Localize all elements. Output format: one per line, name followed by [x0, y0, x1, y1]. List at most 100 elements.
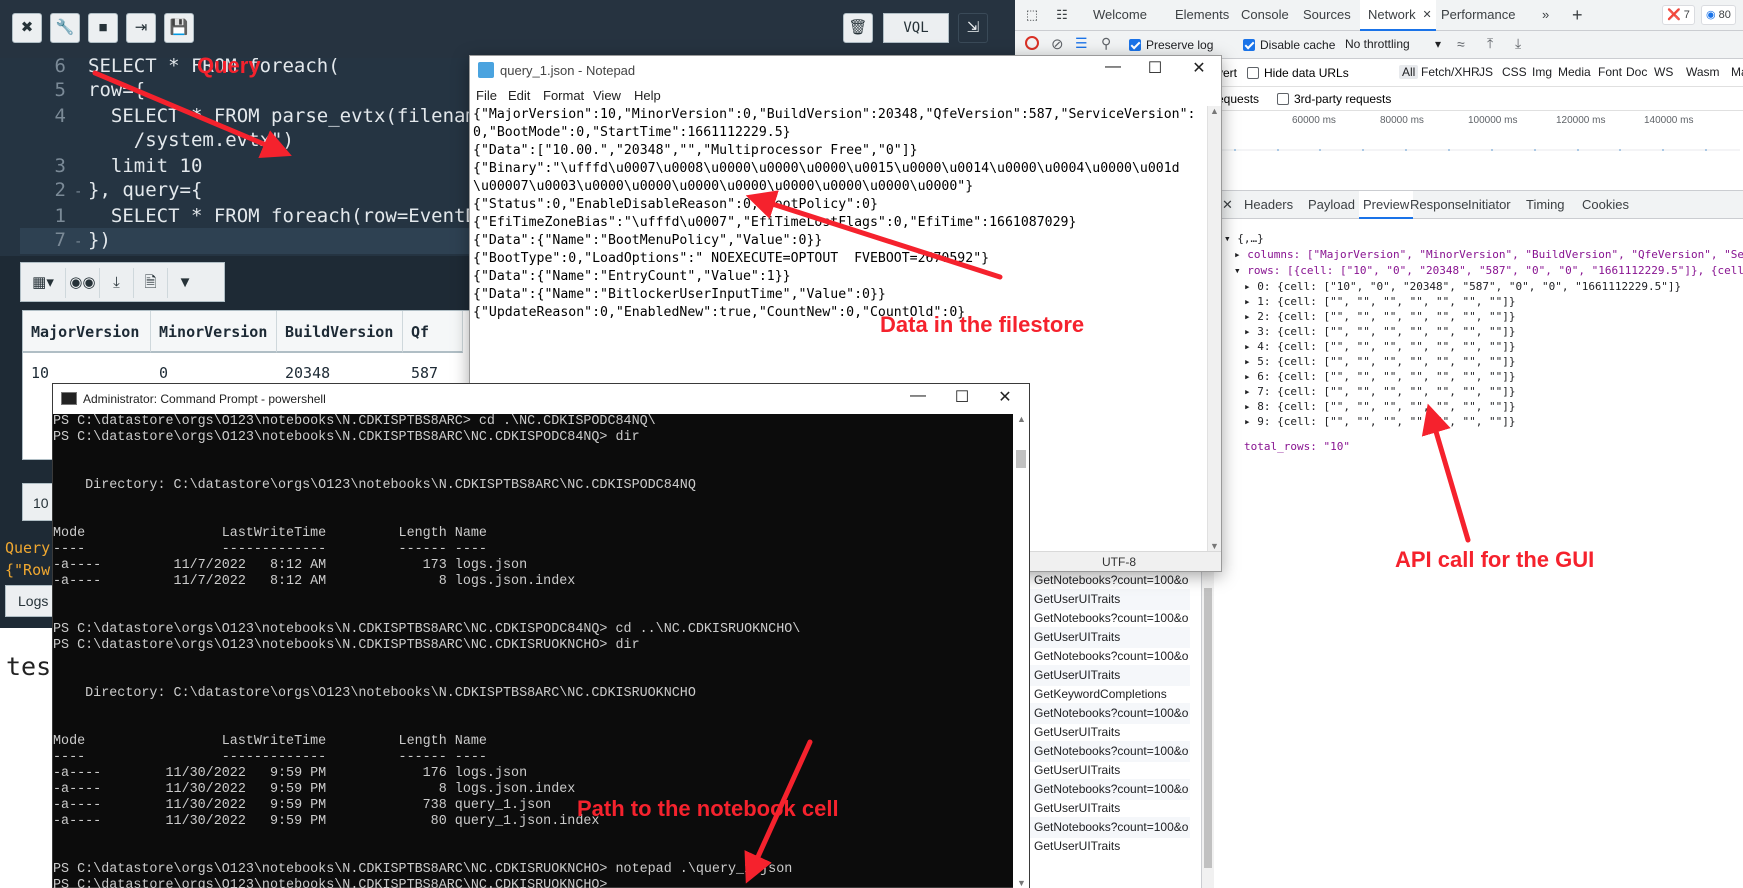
request-row[interactable]: GetNotebooks?count=100&o [1030, 779, 1190, 800]
filter-icon[interactable]: ☰ [1075, 35, 1088, 52]
menu-help[interactable]: Help [634, 88, 661, 103]
indent-icon[interactable]: ⇥ [126, 13, 156, 43]
scrollbar-thumb[interactable] [1204, 588, 1212, 868]
column-header[interactable]: MajorVersion [23, 311, 151, 353]
hide-data-urls-checkbox[interactable]: Hide data URLs [1247, 66, 1349, 80]
collapse-icon[interactable]: ⇲ [958, 13, 988, 43]
request-row[interactable]: GetNotebooks?count=100&o [1030, 817, 1190, 838]
close-detail-icon[interactable]: ✕ [1222, 191, 1233, 219]
code-line[interactable]: 7-}) [0, 228, 111, 252]
request-row[interactable]: GetNotebooks?count=100&o [1030, 646, 1190, 667]
column-header[interactable]: BuildVersion [277, 311, 403, 353]
request-row[interactable]: GetNotebooks?count=100&o [1030, 608, 1190, 629]
preview-row-item[interactable]: ▸ 0: {cell: ["10", "0", "20348", "587", … [1244, 279, 1681, 295]
wrench-icon[interactable]: 🔧 [50, 13, 80, 43]
binoculars-icon[interactable]: ◉◉ [66, 268, 100, 298]
type-filter[interactable]: Doc [1623, 65, 1650, 79]
preview-row-item[interactable]: ▸ 8: {cell: ["", "", "", "", "", "", ""]… [1244, 399, 1516, 415]
request-row[interactable]: GetNotebooks?count=100&o [1030, 570, 1190, 591]
stop-icon[interactable]: ■ [88, 13, 118, 43]
type-filter[interactable]: Img [1529, 65, 1555, 79]
close-cell-icon[interactable]: ✖ [12, 13, 42, 43]
code-line[interactable]: /system.evtx") [0, 128, 294, 152]
download-icon[interactable]: ⤓ [100, 268, 134, 298]
save-icon[interactable]: 💾 [164, 13, 194, 43]
console-output[interactable]: PS C:\datastore\orgs\O123\notebooks\N.CD… [53, 414, 1013, 888]
vql-mode-label[interactable]: VQL [883, 13, 949, 43]
minimize-icon[interactable]: — [1098, 58, 1128, 76]
request-row[interactable]: GetKeywordCompletions [1030, 684, 1190, 705]
type-filter[interactable]: JS [1476, 65, 1496, 79]
download-icon[interactable]: ⤓ [1515, 35, 1521, 52]
preview-rows[interactable]: ▾ rows: [{cell: ["10", "0", "20348", "58… [1234, 263, 1743, 279]
trash-icon[interactable]: 🗑 [843, 13, 873, 43]
preview-row-item[interactable]: ▸ 5: {cell: ["", "", "", "", "", "", ""]… [1244, 354, 1516, 370]
preview-row-item[interactable]: ▸ 7: {cell: ["", "", "", "", "", "", ""]… [1244, 384, 1516, 400]
code-line[interactable]: 6 SELECT * FROM foreach( [0, 54, 340, 78]
blocked-requests-label[interactable]: equests [1217, 92, 1259, 106]
scroll-down-icon[interactable]: ▼ [1017, 878, 1026, 888]
tab-console[interactable]: Console [1241, 0, 1289, 31]
request-row[interactable]: GetUserUITraits [1030, 665, 1190, 686]
menu-edit[interactable]: Edit [508, 88, 530, 103]
type-filter[interactable]: Media [1555, 65, 1594, 79]
column-header[interactable]: Qf [403, 311, 463, 353]
detail-tab-payload[interactable]: Payload [1308, 191, 1355, 219]
tab-network[interactable]: Network ✕ [1360, 0, 1436, 31]
request-row[interactable]: GetNotebooks?count=100&o [1030, 741, 1190, 762]
type-filter[interactable]: Wasm [1683, 65, 1723, 79]
detail-tab-preview[interactable]: Preview [1359, 191, 1414, 219]
request-row[interactable]: GetUserUITraits [1030, 627, 1190, 648]
preview-row-item[interactable]: ▸ 9: {cell: ["", "", "", "", "", "", ""]… [1244, 414, 1516, 430]
preview-row-item[interactable]: ▸ 1: {cell: ["", "", "", "", "", "", ""]… [1244, 294, 1516, 310]
detail-tab-response[interactable]: Response [1410, 191, 1469, 219]
fold-marker[interactable]: - [74, 230, 88, 254]
request-row[interactable]: GetUserUITraits [1030, 722, 1190, 743]
menu-format[interactable]: Format [543, 88, 584, 103]
code-line[interactable]: 5 row={ [0, 78, 146, 102]
more-tabs-icon[interactable]: » [1542, 0, 1549, 31]
code-line[interactable]: 4 SELECT * FROM parse_evtx(filename= [0, 104, 500, 128]
preview-row-item[interactable]: ▸ 4: {cell: ["", "", "", "", "", "", ""]… [1244, 339, 1516, 355]
inspect-icon[interactable]: ⬚ [1019, 0, 1045, 31]
detail-tab-headers[interactable]: Headers [1244, 191, 1293, 219]
type-filter[interactable]: Font [1595, 65, 1625, 79]
tab-performance[interactable]: Performance [1441, 0, 1515, 31]
scroll-up-icon[interactable]: ▲ [1017, 414, 1026, 424]
type-filter[interactable]: CSS [1499, 65, 1530, 79]
close-icon[interactable]: ✕ [990, 387, 1020, 407]
minimize-icon[interactable]: — [903, 387, 933, 405]
menu-view[interactable]: View [593, 88, 621, 103]
scroll-down-icon[interactable]: ▼ [1210, 541, 1219, 551]
upload-icon[interactable]: ⤒ [1487, 35, 1493, 52]
add-tab-icon[interactable]: + [1572, 0, 1583, 31]
request-row[interactable]: GetUserUITraits [1030, 760, 1190, 781]
device-toolbar-icon[interactable]: ☷ [1049, 0, 1075, 31]
detail-tab-cookies[interactable]: Cookies [1582, 191, 1629, 219]
throttling-select[interactable]: No throttling ▾ [1345, 37, 1445, 51]
scroll-up-icon[interactable]: ▲ [1210, 106, 1219, 116]
close-icon[interactable]: ✕ [1184, 58, 1214, 78]
detail-tab-timing[interactable]: Timing [1526, 191, 1565, 219]
clear-icon[interactable]: ⊘ [1051, 35, 1064, 53]
type-filter[interactable]: Manife [1728, 65, 1743, 79]
code-line[interactable]: 3 limit 10 [0, 154, 203, 178]
error-counter[interactable]: ❌ 7 [1662, 5, 1695, 25]
code-line[interactable]: 2-}, query={ [0, 178, 203, 202]
filter-icon[interactable]: ▼ [168, 268, 202, 298]
notepad-scrollbar[interactable]: ▲ ▼ [1207, 106, 1221, 551]
columns-icon[interactable]: ▦▾ [21, 268, 66, 298]
wifi-icon[interactable]: ≈ [1457, 36, 1465, 52]
preview-root[interactable]: ▾ {,…} [1224, 231, 1264, 247]
tab-welcome[interactable]: Welcome [1093, 0, 1147, 31]
request-row[interactable]: GetUserUITraits [1030, 836, 1190, 857]
file-icon[interactable]: 🗎 [134, 268, 168, 298]
request-row[interactable]: GetUserUITraits [1030, 798, 1190, 819]
menu-file[interactable]: File [476, 88, 497, 103]
tab-sources[interactable]: Sources [1303, 0, 1351, 31]
preserve-log-checkbox[interactable]: Preserve log [1129, 38, 1213, 52]
preview-row-item[interactable]: ▸ 6: {cell: ["", "", "", "", "", "", ""]… [1244, 369, 1516, 385]
console-scrollbar[interactable]: ▲ ▼ [1013, 414, 1029, 888]
record-icon[interactable] [1025, 36, 1039, 50]
tab-elements[interactable]: Elements [1175, 0, 1229, 31]
